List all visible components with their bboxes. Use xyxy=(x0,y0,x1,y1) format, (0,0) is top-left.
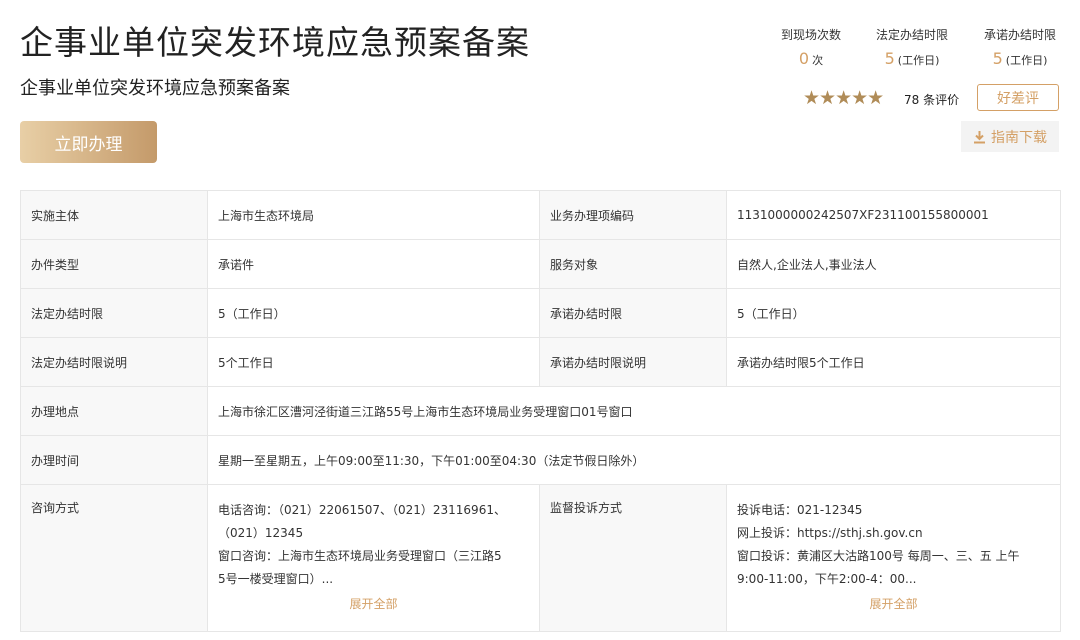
row-value: 上海市生态环境局 xyxy=(207,190,540,240)
consult-line: （021）12345 xyxy=(218,526,304,540)
row-label: 监督投诉方式 xyxy=(539,484,727,632)
row-label: 实施主体 xyxy=(20,190,208,240)
download-icon xyxy=(974,130,985,143)
complaint-line: 9:00-11:00，下午2:00-4：00... xyxy=(737,572,917,586)
row-label: 服务对象 xyxy=(539,239,727,289)
stat-value: 5 xyxy=(884,49,895,68)
page-title: 企事业单位突发环境应急预案备案 xyxy=(20,23,530,62)
row-value: 5（工作日） xyxy=(726,288,1061,338)
guide-download-button[interactable]: 指南下载 xyxy=(961,121,1059,152)
row-label: 办件类型 xyxy=(20,239,208,289)
rating-stars: ★★★★★ xyxy=(803,87,884,109)
row-label: 办理地点 xyxy=(20,386,208,436)
complaint-info: 投诉电话：021-12345 网上投诉：https://sthj.sh.gov.… xyxy=(726,484,1061,632)
row-value: 5（工作日） xyxy=(207,288,540,338)
stat-unit: (工作日) xyxy=(897,54,940,67)
stat-label: 法定办结时限 xyxy=(875,28,948,42)
table-row: 办件类型 承诺件 服务对象 自然人,企业法人,事业法人 xyxy=(20,239,1061,289)
complaint-line: 窗口投诉：黄浦区大沽路100号 每周一、三、五 上午 xyxy=(737,549,1020,563)
expand-consult-link[interactable]: 展开全部 xyxy=(218,594,529,614)
row-value: 上海市徐汇区漕河泾街道三江路55号上海市生态环境局业务受理窗口01号窗口 xyxy=(207,386,1061,436)
table-row: 办理地点 上海市徐汇区漕河泾街道三江路55号上海市生态环境局业务受理窗口01号窗… xyxy=(20,386,1061,436)
stat-label: 承诺办结时限 xyxy=(983,28,1056,42)
complaint-line: 网上投诉：https://sthj.sh.gov.cn xyxy=(737,526,923,540)
row-value: 承诺件 xyxy=(207,239,540,289)
consult-line: 电话咨询：（021）22061507、（021）23116961、 xyxy=(218,503,506,517)
row-label: 业务办理项编码 xyxy=(539,190,727,240)
consult-info: 电话咨询：（021）22061507、（021）23116961、 （021）1… xyxy=(207,484,540,632)
table-row: 咨询方式 电话咨询：（021）22061507、（021）23116961、 （… xyxy=(20,484,1061,632)
row-value: 星期一至星期五，上午09:00至11:30，下午01:00至04:30（法定节假… xyxy=(207,435,1061,485)
stat-unit: 次 xyxy=(812,54,824,67)
row-label: 办理时间 xyxy=(20,435,208,485)
row-value: 5个工作日 xyxy=(207,337,540,387)
good-bad-review-button[interactable]: 好差评 xyxy=(977,84,1059,111)
stat-value: 5 xyxy=(992,49,1003,68)
stat-unit: (工作日) xyxy=(1005,54,1048,67)
row-label: 咨询方式 xyxy=(20,484,208,632)
apply-now-button[interactable]: 立即办理 xyxy=(20,121,157,163)
table-row: 实施主体 上海市生态环境局 业务办理项编码 1131000000242507XF… xyxy=(20,190,1061,240)
consult-line: 5号一楼受理窗口）... xyxy=(218,572,334,586)
row-label: 承诺办结时限说明 xyxy=(539,337,727,387)
row-label: 法定办结时限 xyxy=(20,288,208,338)
stat-value: 0 xyxy=(798,49,810,68)
rating-count: 78 条评价 xyxy=(904,93,960,107)
row-value: 自然人,企业法人,事业法人 xyxy=(726,239,1061,289)
page-subtitle: 企事业单位突发环境应急预案备案 xyxy=(20,78,290,99)
item-info-table: 实施主体 上海市生态环境局 业务办理项编码 1131000000242507XF… xyxy=(20,190,1061,632)
guide-download-label: 指南下载 xyxy=(991,129,1047,146)
row-value: 1131000000242507XF231100155800001 xyxy=(726,190,1061,240)
stat-onsite-visits: 到现场次数 0次 xyxy=(776,26,846,68)
table-row: 法定办结时限 5（工作日） 承诺办结时限 5（工作日） xyxy=(20,288,1061,338)
row-label: 承诺办结时限 xyxy=(539,288,727,338)
row-label: 法定办结时限说明 xyxy=(20,337,208,387)
expand-complaint-link[interactable]: 展开全部 xyxy=(737,594,1050,614)
row-value: 承诺办结时限5个工作日 xyxy=(726,337,1061,387)
stat-label: 到现场次数 xyxy=(780,28,841,42)
table-row: 办理时间 星期一至星期五，上午09:00至11:30，下午01:00至04:30… xyxy=(20,435,1061,485)
consult-line: 窗口咨询：上海市生态环境局业务受理窗口（三江路5 xyxy=(218,549,502,563)
complaint-line: 投诉电话：021-12345 xyxy=(737,503,863,517)
stat-promised-time-limit: 承诺办结时限 5 (工作日) xyxy=(976,26,1064,68)
table-row: 法定办结时限说明 5个工作日 承诺办结时限说明 承诺办结时限5个工作日 xyxy=(20,337,1061,387)
stat-legal-time-limit: 法定办结时限 5 (工作日) xyxy=(868,26,956,68)
